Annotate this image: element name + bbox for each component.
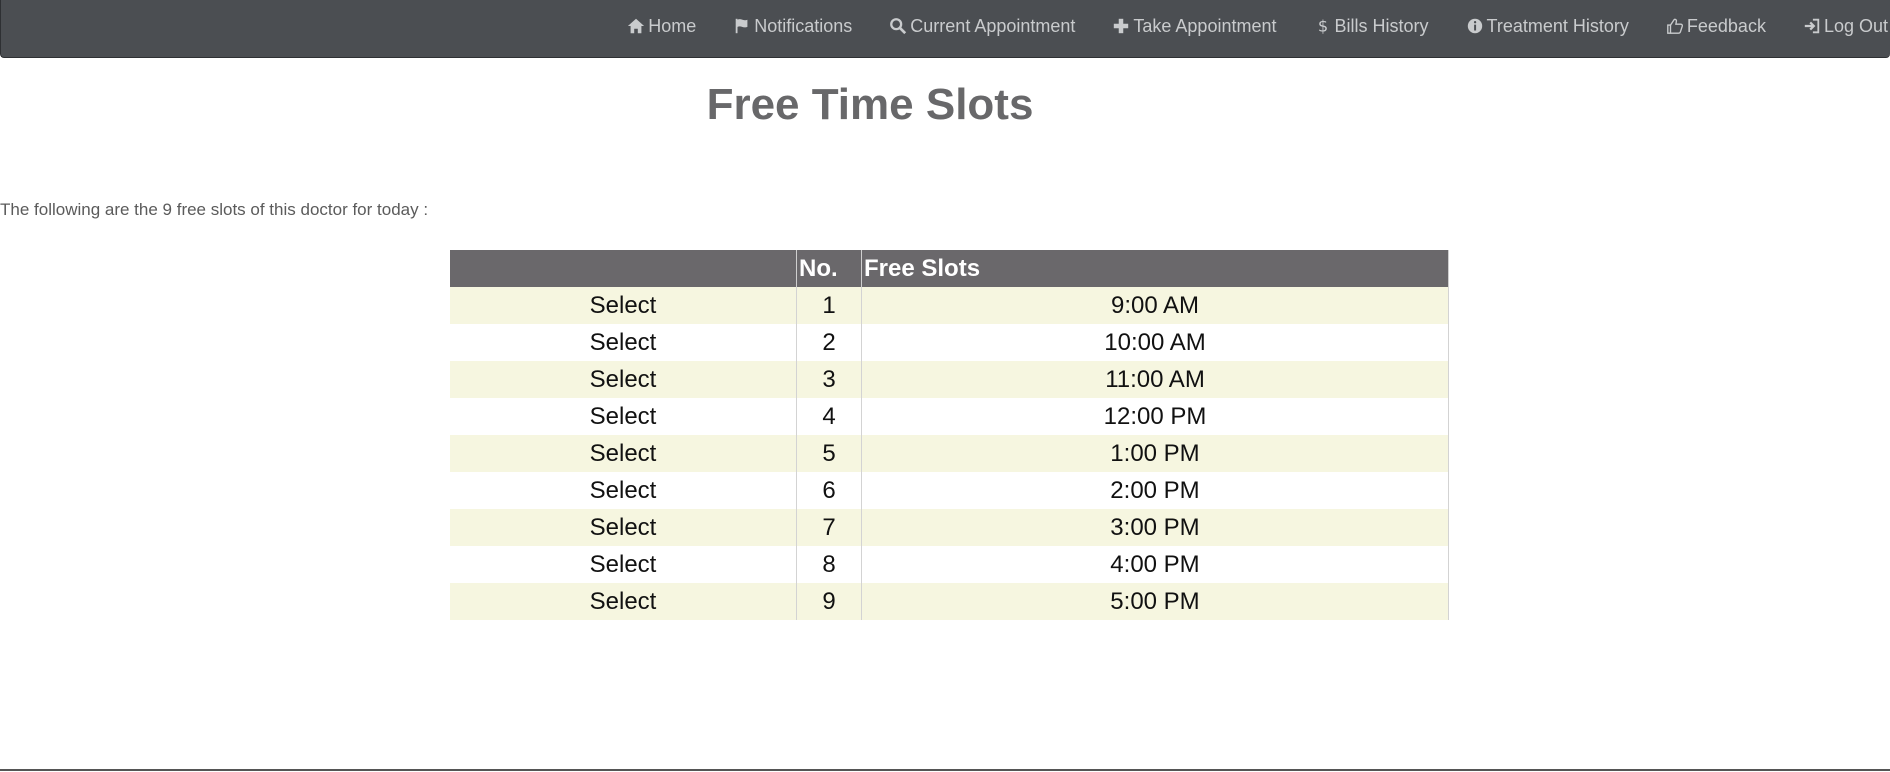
info-icon <box>1465 16 1485 36</box>
select-slot-link[interactable]: Select <box>590 366 657 393</box>
page-title: Free Time Slots <box>706 80 1034 129</box>
slot-number: 4 <box>796 398 862 435</box>
slot-number: 8 <box>796 546 862 583</box>
nav-item-current-appointment[interactable]: Current Appointment <box>870 16 1093 37</box>
slot-time: 2:00 PM <box>861 472 1449 509</box>
select-slot-link[interactable]: Select <box>590 551 657 578</box>
table-header-row: No. Free Slots <box>450 250 1449 287</box>
select-slot-link[interactable]: Select <box>590 403 657 430</box>
top-navbar: Home Notifications Current Appointment T… <box>0 0 1890 58</box>
table-row: Select 7 3:00 PM <box>450 509 1449 546</box>
nav-item-label: Treatment History <box>1486 15 1629 36</box>
nav-item-feedback[interactable]: Feedback <box>1647 16 1784 37</box>
table-row: Select 9 5:00 PM <box>450 583 1449 620</box>
nav-item-label: Bills History <box>1334 15 1429 36</box>
select-slot-link[interactable]: Select <box>590 440 657 467</box>
dollar-icon: $ <box>1313 16 1333 36</box>
header-no: No. <box>796 250 862 287</box>
table-row: Select 5 1:00 PM <box>450 435 1449 472</box>
intro-text: The following are the 9 free slots of th… <box>0 200 429 219</box>
slot-time: 10:00 AM <box>861 324 1449 361</box>
nav-item-bills-history[interactable]: $ Bills History <box>1295 16 1447 37</box>
nav-item-label: Log Out <box>1823 15 1888 36</box>
select-slot-link[interactable]: Select <box>590 588 657 615</box>
slot-number: 1 <box>796 287 862 324</box>
nav-item-log-out[interactable]: Log Out <box>1784 16 1890 37</box>
home-icon <box>626 16 646 36</box>
search-icon <box>888 16 908 36</box>
table-row: Select 3 11:00 AM <box>450 361 1449 398</box>
slot-number: 5 <box>796 435 862 472</box>
log-out-icon <box>1802 16 1822 36</box>
select-slot-link[interactable]: Select <box>590 514 657 541</box>
slot-number: 3 <box>796 361 862 398</box>
table-row: Select 1 9:00 AM <box>450 287 1449 324</box>
slot-number: 2 <box>796 324 862 361</box>
select-slot-link[interactable]: Select <box>590 329 657 356</box>
slot-time: 4:00 PM <box>861 546 1449 583</box>
nav-item-label: Current Appointment <box>910 15 1076 36</box>
thumbs-up-icon <box>1665 16 1685 36</box>
nav-item-label: Take Appointment <box>1133 15 1277 36</box>
header-free-slots: Free Slots <box>861 250 1449 287</box>
slot-time: 5:00 PM <box>861 583 1449 620</box>
table-row: Select 2 10:00 AM <box>450 324 1449 361</box>
header-action <box>450 250 797 287</box>
nav-item-label: Notifications <box>754 15 853 36</box>
slot-number: 6 <box>796 472 862 509</box>
slot-time: 9:00 AM <box>861 287 1449 324</box>
footer-divider <box>0 769 1890 771</box>
table-row: Select 8 4:00 PM <box>450 546 1449 583</box>
slot-time: 3:00 PM <box>861 509 1449 546</box>
slot-time: 11:00 AM <box>861 361 1449 398</box>
plus-icon <box>1111 16 1131 36</box>
svg-text:$: $ <box>1317 17 1327 35</box>
select-slot-link[interactable]: Select <box>590 477 657 504</box>
nav-menu: Home Notifications Current Appointment T… <box>608 0 1890 52</box>
slot-time: 1:00 PM <box>861 435 1449 472</box>
nav-item-treatment-history[interactable]: Treatment History <box>1447 16 1647 37</box>
nav-item-take-appointment[interactable]: Take Appointment <box>1093 16 1294 37</box>
select-slot-link[interactable]: Select <box>590 292 657 319</box>
free-slots-table: No. Free Slots Select 1 9:00 AM Select 2… <box>450 250 1449 620</box>
table-row: Select 4 12:00 PM <box>450 398 1449 435</box>
nav-item-label: Home <box>648 15 697 36</box>
slot-number: 7 <box>796 509 862 546</box>
table-row: Select 6 2:00 PM <box>450 472 1449 509</box>
slot-number: 9 <box>796 583 862 620</box>
nav-item-label: Feedback <box>1686 15 1766 36</box>
slot-time: 12:00 PM <box>861 398 1449 435</box>
flag-icon <box>732 16 752 36</box>
nav-item-notifications[interactable]: Notifications <box>714 16 870 37</box>
nav-item-home[interactable]: Home <box>608 16 714 37</box>
